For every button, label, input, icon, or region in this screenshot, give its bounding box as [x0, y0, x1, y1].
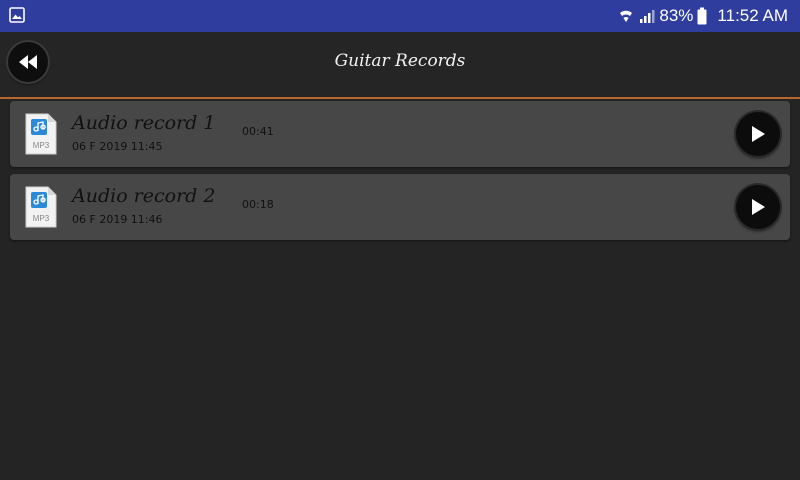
header-divider — [0, 97, 800, 99]
play-icon — [752, 126, 765, 142]
record-duration: 00:41 — [242, 125, 274, 138]
battery-percent: 83% — [659, 6, 694, 25]
record-name: Audio record 2 — [72, 185, 216, 207]
page-title: Guitar Records — [334, 51, 466, 71]
play-button[interactable] — [736, 112, 780, 156]
photo-icon — [9, 7, 25, 23]
svg-text:MP3: MP3 — [33, 141, 50, 150]
record-date: 06 F 2019 11:45 — [72, 140, 163, 153]
record-duration: 00:18 — [242, 198, 274, 211]
app-bar: Guitar Records — [0, 32, 800, 97]
record-name: Audio record 1 — [72, 112, 216, 134]
signal-icon — [640, 10, 655, 23]
battery-icon — [697, 7, 707, 25]
svg-text:MP3: MP3 — [33, 214, 50, 223]
mp3-file-icon: MP3 — [25, 186, 57, 228]
wifi-icon — [620, 10, 633, 22]
play-button[interactable] — [736, 185, 780, 229]
clock: 11:52 AM — [717, 6, 788, 25]
mp3-file-icon: MP3 — [25, 113, 57, 155]
records-list: MP3 Audio record 1 06 F 2019 11:45 00:41… — [10, 101, 790, 247]
list-item[interactable]: MP3 Audio record 2 06 F 2019 11:46 00:18 — [10, 174, 790, 240]
list-item[interactable]: MP3 Audio record 1 06 F 2019 11:45 00:41 — [10, 101, 790, 167]
play-icon — [752, 199, 765, 215]
status-bar: 83% 11:52 AM — [0, 0, 800, 32]
record-date: 06 F 2019 11:46 — [72, 213, 163, 226]
